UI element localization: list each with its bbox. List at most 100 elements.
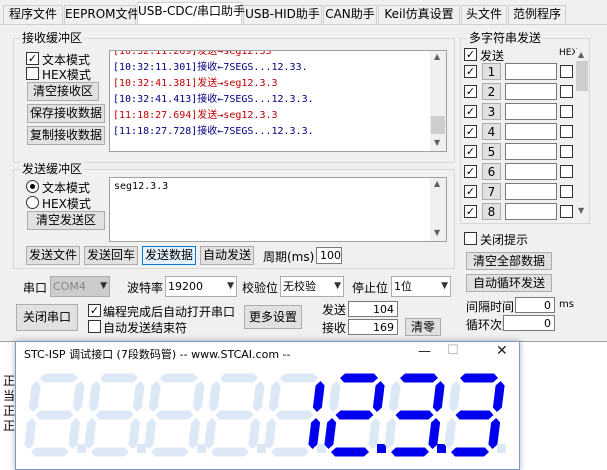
multi-row-send-checkbox[interactable]: ✓ xyxy=(464,125,477,138)
send-data-button[interactable]: 发送数据 xyxy=(142,246,196,265)
multi-row-send-checkbox[interactable]: ✓ xyxy=(464,85,477,98)
segment-g xyxy=(395,410,434,420)
sent-count-value: 104 xyxy=(348,301,398,317)
copy-receive-button[interactable]: 复制接收数据 xyxy=(27,126,105,145)
clear-all-data-button[interactable]: 清空全部数据 xyxy=(466,252,552,270)
receive-hex-mode-checkbox[interactable] xyxy=(26,67,39,80)
multi-row-input[interactable] xyxy=(505,203,557,220)
clear-count-button[interactable]: 清零 xyxy=(405,318,441,336)
scroll-up-arrow-icon[interactable]: ▲ xyxy=(578,50,584,59)
window-titlebar[interactable]: STC-ISP 调试接口 (7段数码管) -- www.STCAI.com --… xyxy=(16,342,519,364)
auto-end-char-checkbox[interactable] xyxy=(88,320,101,333)
multi-row-hex-checkbox[interactable] xyxy=(560,205,573,218)
tab-2[interactable]: EEPROM文件 xyxy=(64,5,140,24)
port-select[interactable]: COM4 ▼ xyxy=(50,276,110,297)
scroll-thumb[interactable] xyxy=(576,61,588,91)
segment-a xyxy=(100,373,138,383)
multi-row-hex-checkbox[interactable] xyxy=(560,85,573,98)
multi-row-send-button[interactable]: 1 xyxy=(482,63,501,80)
tab-5[interactable]: CAN助手 xyxy=(323,5,377,24)
maximize-icon[interactable]: ☐ xyxy=(447,343,459,358)
multi-row-send-checkbox[interactable]: ✓ xyxy=(464,205,477,218)
multi-row-send-checkbox[interactable]: ✓ xyxy=(464,145,477,158)
multi-row-send-button[interactable]: 7 xyxy=(482,183,501,200)
multi-row-input[interactable] xyxy=(505,143,557,160)
segment-f xyxy=(28,381,41,412)
multi-row-send-checkbox[interactable]: ✓ xyxy=(464,185,477,198)
baud-select[interactable]: 19200 ▼ xyxy=(165,276,237,297)
loop-count-input[interactable]: 0 xyxy=(503,315,555,331)
interval-unit: ms xyxy=(559,299,574,310)
clear-receive-button[interactable]: 清空接收区 xyxy=(27,82,99,101)
send-file-button[interactable]: 发送文件 xyxy=(26,246,80,265)
receive-textarea[interactable]: [10:32:11.269]发送→seg12.33 [10:32:11.301]接… xyxy=(109,50,447,152)
multi-row-hex-checkbox[interactable] xyxy=(560,105,573,118)
clear-send-button[interactable]: 清空发送区 xyxy=(27,211,105,230)
interval-input[interactable]: 0 xyxy=(515,297,555,313)
receive-log-dir: 发送→ xyxy=(197,110,224,121)
send-scrollbar[interactable]: ▲ ▼ xyxy=(430,178,446,241)
segment-f xyxy=(388,381,401,412)
receive-text-mode-checkbox[interactable]: ✓ xyxy=(26,52,39,65)
tab-1[interactable]: 程序文件 xyxy=(3,5,63,24)
parity-select[interactable]: 无校验 ▼ xyxy=(280,276,344,297)
multi-row-input[interactable] xyxy=(505,83,557,100)
multi-row-send-button[interactable]: 2 xyxy=(482,83,501,100)
tab-3[interactable]: USB-CDC/串口助手 xyxy=(137,2,245,24)
multi-row-input[interactable] xyxy=(505,63,557,80)
scroll-down-arrow-icon[interactable]: ▼ xyxy=(434,138,440,147)
tab-6[interactable]: Keil仿真设置 xyxy=(378,5,460,24)
send-hex-mode-radio[interactable] xyxy=(26,196,39,209)
multi-row-send-checkbox[interactable]: ✓ xyxy=(464,105,477,118)
scroll-down-arrow-icon[interactable]: ▼ xyxy=(578,206,584,215)
window-title: STC-ISP 调试接口 (7段数码管) -- www.STCAI.com -- xyxy=(24,348,291,361)
scroll-down-arrow-icon[interactable]: ▼ xyxy=(434,228,440,237)
multi-row-send-button[interactable]: 6 xyxy=(482,163,501,180)
multi-row-input[interactable] xyxy=(505,163,557,180)
multi-row-hex-checkbox[interactable] xyxy=(560,145,573,158)
scroll-up-arrow-icon[interactable]: ▲ xyxy=(434,52,440,61)
receive-scrollbar[interactable]: ▲ ▼ xyxy=(430,51,446,151)
tab-8[interactable]: 范例程序 xyxy=(508,5,566,24)
multi-scrollbar[interactable]: ▲ ▼ xyxy=(575,49,589,219)
auto-send-button[interactable]: 自动发送 xyxy=(200,246,254,265)
multi-send-all-checkbox[interactable]: ✓ xyxy=(464,48,477,61)
port-label: 串口 xyxy=(23,281,48,295)
close-tip-checkbox[interactable] xyxy=(464,232,477,245)
multi-row-hex-checkbox[interactable] xyxy=(560,185,573,198)
auto-open-port-checkbox[interactable]: ✓ xyxy=(88,304,101,317)
decimal-point xyxy=(257,444,266,453)
multi-row-input[interactable] xyxy=(505,183,557,200)
multi-row-send-checkbox[interactable]: ✓ xyxy=(464,165,477,178)
auto-loop-send-button[interactable]: 自动循环发送 xyxy=(466,274,552,292)
multi-row-hex-checkbox[interactable] xyxy=(560,125,573,138)
tab-4[interactable]: USB-HID助手 xyxy=(243,5,322,24)
multi-row-input[interactable] xyxy=(505,123,557,140)
multi-row-input[interactable] xyxy=(505,103,557,120)
minimize-icon[interactable]: — xyxy=(418,344,431,359)
more-settings-button[interactable]: 更多设置 xyxy=(244,305,302,329)
scroll-up-arrow-icon[interactable]: ▲ xyxy=(434,179,440,188)
close-port-button[interactable]: 关闭串口 xyxy=(16,304,78,331)
multi-row-send-button[interactable]: 8 xyxy=(482,203,501,220)
multi-row-hex-checkbox[interactable] xyxy=(560,165,573,178)
scroll-thumb[interactable] xyxy=(431,116,445,134)
send-textarea[interactable]: seg12.3.3 xyxy=(109,177,447,242)
segment-b xyxy=(192,381,205,412)
send-text-mode-radio[interactable] xyxy=(26,180,39,193)
multi-row-send-button[interactable]: 5 xyxy=(482,143,501,160)
multi-row-send-checkbox[interactable]: ✓ xyxy=(464,65,477,78)
receive-log-dir: 接收← xyxy=(197,62,224,73)
period-input[interactable]: 100 xyxy=(316,247,342,264)
tab-7[interactable]: 头文件 xyxy=(461,5,507,24)
segment-f xyxy=(148,381,161,412)
multi-row-hex-checkbox[interactable] xyxy=(560,65,573,78)
stop-bits-select[interactable]: 1位 ▼ xyxy=(391,276,451,297)
close-icon[interactable]: ✕ xyxy=(496,343,508,359)
send-return-button[interactable]: 发送回车 xyxy=(84,246,138,265)
multi-row-send-button[interactable]: 3 xyxy=(482,103,501,120)
send-group-title: 发送缓冲区 xyxy=(20,162,85,176)
save-receive-button[interactable]: 保存接收数据 xyxy=(27,104,105,123)
segment-b xyxy=(72,381,85,412)
multi-row-send-button[interactable]: 4 xyxy=(482,123,501,140)
